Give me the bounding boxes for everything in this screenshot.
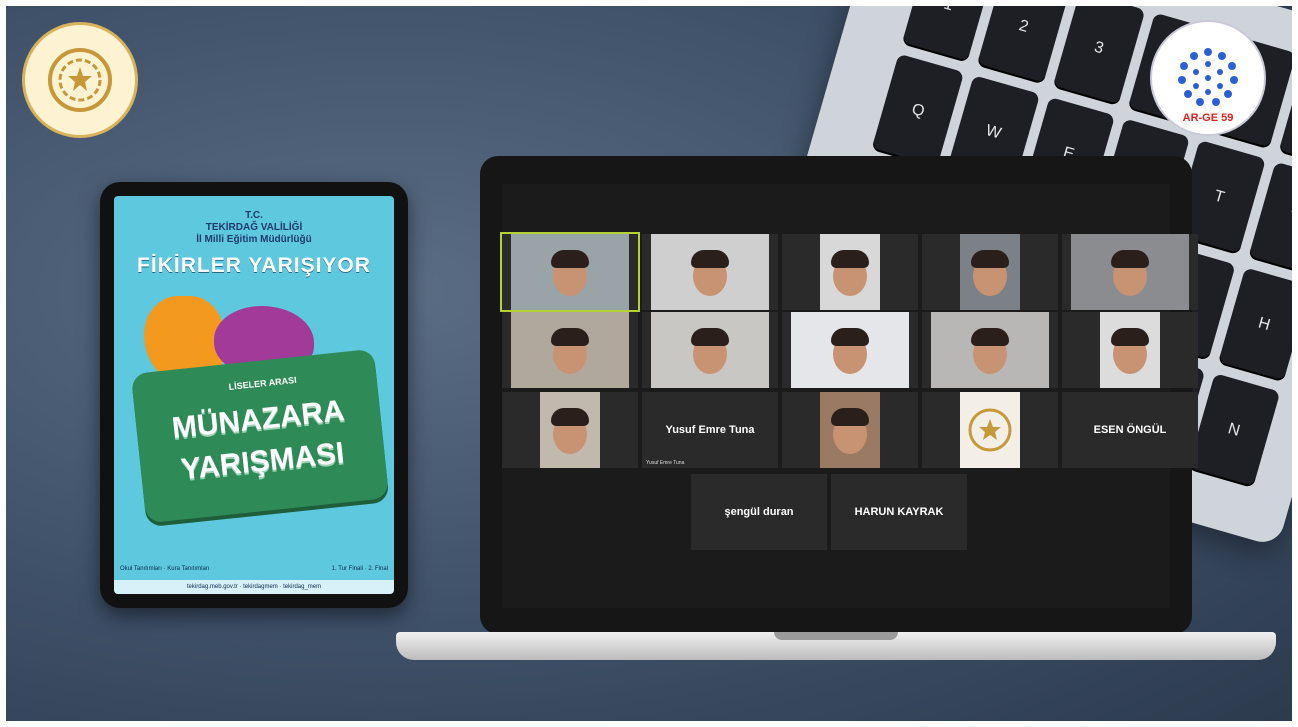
participant-tile[interactable]	[642, 312, 778, 388]
participant-tile[interactable]	[1062, 312, 1198, 388]
participant-tile[interactable]: HARUN KAYRAK	[831, 474, 967, 550]
poster-footer: tekirdag.meb.gov.tr · tekirdagmem · teki…	[114, 580, 394, 594]
participant-hair	[551, 250, 589, 268]
participant-hair	[551, 408, 589, 426]
mem-emblem-icon	[968, 408, 1012, 452]
participant-hair	[1111, 328, 1149, 346]
poster-title: FİKİRLER YARIŞIYOR	[137, 254, 371, 277]
poster-dates-left: Okul Tanıtımları · Kura Tanıtımları	[120, 566, 210, 572]
participant-hair	[551, 328, 589, 346]
participant-hair	[691, 328, 729, 346]
keyboard-key: 3	[1052, 0, 1146, 107]
participant-tile[interactable]	[782, 392, 918, 468]
scene-background: 123456QWERTYASDFGHZXCVBN AR-GE 59	[0, 0, 1298, 727]
participant-name: Yusuf Emre Tuna	[665, 424, 755, 436]
keyboard-key: N	[1187, 373, 1281, 489]
participant-name: HARUN KAYRAK	[854, 506, 944, 518]
participant-name: ESEN ÖNGÜL	[1093, 424, 1167, 436]
participant-tile[interactable]	[502, 392, 638, 468]
participant-tile[interactable]	[1062, 234, 1198, 310]
star-emblem-icon	[48, 48, 112, 112]
poster-subtitle: LİSELER ARASI	[228, 374, 298, 392]
participant-tile[interactable]	[782, 234, 918, 310]
participant-hair	[971, 328, 1009, 346]
participant-tile[interactable]	[922, 392, 1058, 468]
participant-hair	[831, 328, 869, 346]
participant-tile[interactable]	[922, 312, 1058, 388]
participant-tile[interactable]: ESEN ÖNGÜL	[1062, 392, 1198, 468]
poster-dates-right: 1. Tur Finali · 2. Final	[331, 566, 388, 572]
participant-tile[interactable]	[642, 234, 778, 310]
participant-hair	[831, 250, 869, 268]
laptop-device: Yusuf Emre Tuna Yusuf Emre Tuna ESEN ÖNGÜL…	[480, 156, 1198, 634]
tablet-screen-poster: T.C. TEKİRDAĞ VALİLİĞİ İl Milli Eğitim M…	[114, 196, 394, 594]
participant-hair	[1111, 250, 1149, 268]
participant-tile[interactable]	[500, 232, 640, 312]
video-meeting-gallery: Yusuf Emre Tuna Yusuf Emre Tuna ESEN ÖNGÜL…	[500, 184, 1198, 608]
participant-hair	[971, 250, 1009, 268]
participant-tile[interactable]: şengül duran	[691, 474, 827, 550]
poster-dates: Okul Tanıtımları · Kura Tanıtımları 1. T…	[120, 566, 388, 572]
keyboard-key: Q	[871, 53, 965, 169]
participant-hair	[691, 250, 729, 268]
poster-green-card: LİSELER ARASI MÜNAZARA YARIŞMASI	[130, 348, 390, 524]
participant-label: Yusuf Emre Tuna	[646, 460, 685, 466]
participant-name: şengül duran	[724, 506, 794, 518]
participant-tile[interactable]	[922, 234, 1058, 310]
tablet-device: T.C. TEKİRDAĞ VALİLİĞİ İl Milli Eğitim M…	[100, 182, 408, 608]
participant-tile[interactable]: Yusuf Emre Tuna Yusuf Emre Tuna	[642, 392, 778, 468]
poster-header-line: İl Milli Eğitim Müdürlüğü	[196, 234, 312, 245]
participant-hair	[831, 408, 869, 426]
laptop-base	[396, 632, 1276, 660]
participant-tile[interactable]	[782, 312, 918, 388]
poster-header-line: T.C.	[245, 210, 263, 221]
arge-logo-caption: AR-GE 59	[1182, 112, 1234, 124]
dots-emblem-icon	[1178, 48, 1238, 106]
arge-logo-right: AR-GE 59	[1150, 20, 1266, 136]
poster-header: T.C. TEKİRDAĞ VALİLİĞİ İl Milli Eğitim M…	[114, 210, 394, 246]
poster-header-line: TEKİRDAĞ VALİLİĞİ	[205, 222, 303, 233]
mem-logo-left	[22, 22, 138, 138]
participant-tile[interactable]	[502, 312, 638, 388]
laptop-notch	[774, 632, 898, 640]
